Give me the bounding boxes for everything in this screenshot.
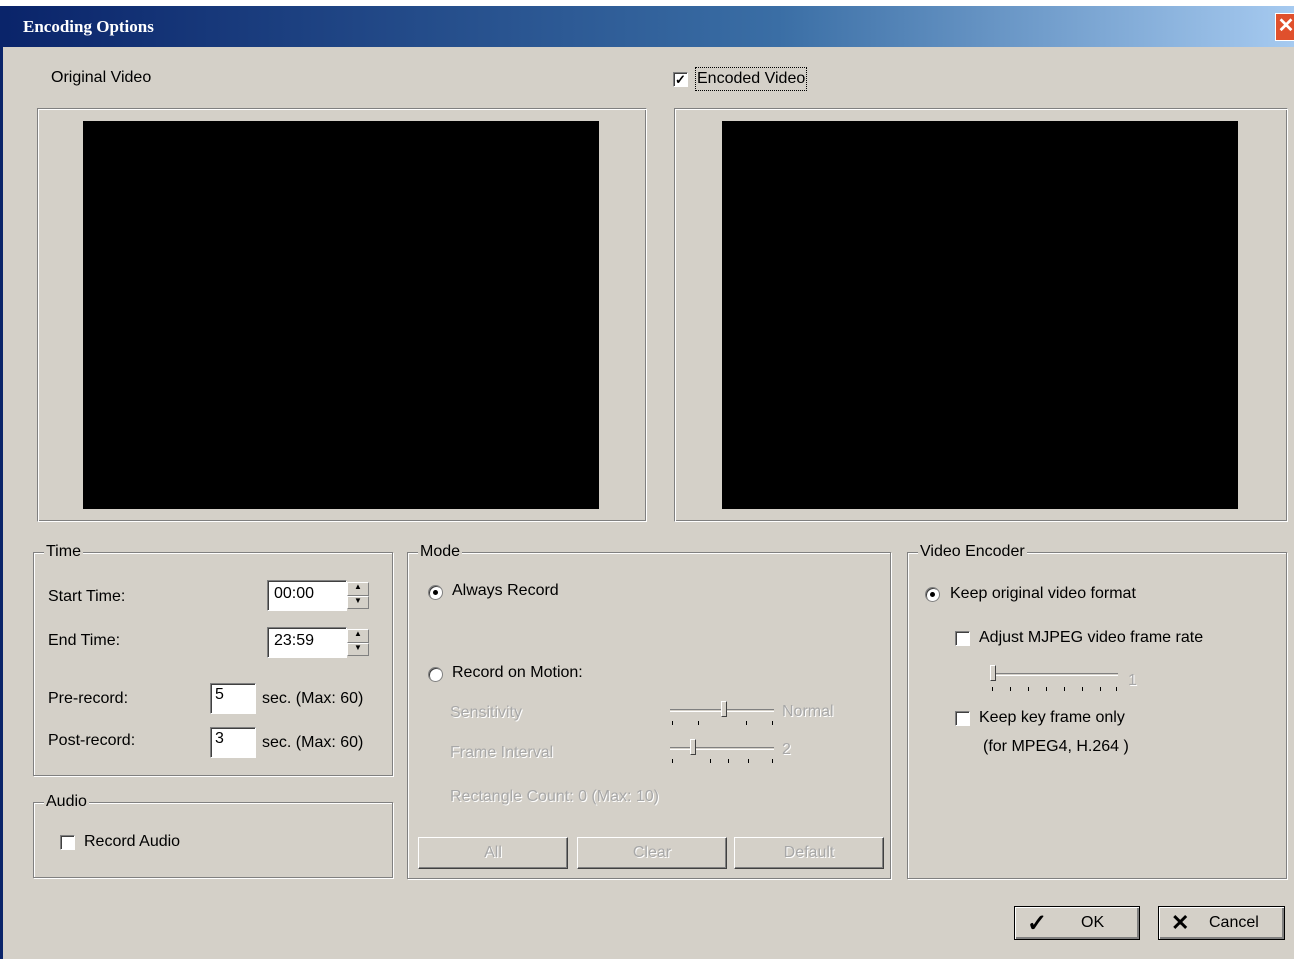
slider-tick — [772, 721, 773, 725]
original-video-label: Original Video — [51, 69, 152, 86]
always-record-label[interactable]: Always Record — [452, 581, 559, 601]
record-on-motion-radio[interactable] — [428, 667, 443, 682]
title-bar[interactable]: Encoding Options — [3, 6, 1294, 47]
up-arrow-icon[interactable]: ▲ — [347, 629, 369, 643]
record-on-motion-label[interactable]: Record on Motion: — [452, 663, 583, 683]
video-encoder-group: Video Encoder Keep original video format… — [907, 542, 1287, 879]
original-video-panel — [37, 108, 647, 522]
mode-legend: Mode — [418, 542, 463, 562]
slider-tick — [1028, 687, 1029, 691]
clear-button[interactable]: Clear — [577, 837, 727, 869]
slider-tick — [772, 759, 773, 763]
post-record-input[interactable]: 3 — [210, 727, 256, 758]
slider-tick — [1064, 687, 1065, 691]
frame-interval-label: Frame Interval — [450, 744, 554, 761]
start-time-stepper[interactable]: ▲ ▼ — [347, 582, 369, 609]
pre-record-label: Pre-record: — [48, 690, 129, 707]
encoding-options-dialog: Encoding Options ✕ Original Video ✓ Enco… — [0, 6, 1294, 959]
up-arrow-icon[interactable]: ▲ — [347, 582, 369, 596]
close-button[interactable]: ✕ — [1275, 13, 1294, 41]
time-legend: Time — [44, 542, 83, 562]
slider-tick — [1082, 687, 1083, 691]
keep-key-frame-checkbox[interactable] — [955, 711, 970, 726]
encoded-video-panel — [674, 108, 1288, 522]
pre-record-input[interactable]: 5 — [210, 683, 256, 714]
slider-tick — [672, 759, 673, 763]
sensitivity-label: Sensitivity — [450, 704, 523, 721]
frame-rate-value: 1 — [1128, 672, 1137, 689]
original-video-display — [83, 121, 599, 509]
ok-label: OK — [1081, 914, 1105, 931]
checkmark-icon: ✓ — [1027, 910, 1048, 937]
ok-button[interactable]: ✓ OK — [1014, 906, 1140, 940]
time-group: Time Start Time: 00:00 ▲ ▼ End Time: 23:… — [33, 542, 393, 776]
pre-record-unit: sec. (Max: 60) — [262, 690, 364, 707]
adjust-mjpeg-label[interactable]: Adjust MJPEG video frame rate — [979, 628, 1203, 648]
always-record-radio[interactable] — [428, 585, 443, 600]
slider-tick — [746, 721, 747, 725]
slider-tick — [1100, 687, 1101, 691]
frame-rate-slider-thumb[interactable] — [990, 665, 996, 681]
start-time-label: Start Time: — [48, 588, 126, 605]
slider-tick — [1010, 687, 1011, 691]
audio-group: Audio Record Audio — [33, 792, 393, 878]
down-arrow-icon[interactable]: ▼ — [347, 642, 369, 656]
adjust-mjpeg-checkbox[interactable] — [955, 631, 970, 646]
default-button[interactable]: Default — [734, 837, 884, 869]
post-record-label: Post-record: — [48, 732, 136, 749]
audio-legend: Audio — [44, 792, 89, 812]
record-audio-checkbox[interactable] — [60, 835, 75, 850]
slider-tick — [710, 759, 711, 763]
keep-key-frame-note: (for MPEG4, H.264 ) — [983, 738, 1129, 755]
encoded-video-checkbox[interactable]: ✓ — [673, 72, 688, 87]
keep-key-frame-label[interactable]: Keep key frame only — [979, 708, 1125, 728]
frame-interval-slider-track[interactable] — [670, 747, 774, 750]
sensitivity-value: Normal — [782, 703, 834, 720]
post-record-unit: sec. (Max: 60) — [262, 734, 364, 751]
start-time-input[interactable]: 00:00 — [267, 580, 347, 611]
window-title: Encoding Options — [23, 17, 154, 36]
encoded-video-display — [722, 121, 1238, 509]
slider-tick — [672, 721, 673, 725]
frame-interval-slider-thumb[interactable] — [690, 739, 696, 755]
rectangle-count-label: Rectangle Count: 0 (Max: 10) — [450, 788, 659, 805]
mode-group: Mode Always Record Record on Motion: Sen… — [407, 542, 891, 879]
slider-tick — [748, 759, 749, 763]
x-icon: ✕ — [1171, 910, 1190, 935]
end-time-label: End Time: — [48, 632, 121, 649]
all-button[interactable]: All — [418, 837, 568, 869]
end-time-input[interactable]: 23:59 — [267, 627, 347, 658]
frame-interval-value: 2 — [782, 741, 791, 758]
slider-tick — [728, 759, 729, 763]
slider-tick — [992, 687, 993, 691]
encoded-video-label[interactable]: Encoded Video — [694, 67, 808, 91]
slider-tick — [1046, 687, 1047, 691]
keep-original-format-radio[interactable] — [925, 587, 940, 602]
cancel-label: Cancel — [1209, 914, 1259, 931]
frame-rate-slider-track[interactable] — [990, 673, 1118, 676]
keep-original-format-label[interactable]: Keep original video format — [950, 584, 1136, 604]
slider-tick — [1116, 687, 1117, 691]
slider-tick — [698, 721, 699, 725]
cancel-button[interactable]: ✕ Cancel — [1158, 906, 1285, 940]
video-encoder-legend: Video Encoder — [918, 542, 1027, 562]
end-time-stepper[interactable]: ▲ ▼ — [347, 629, 369, 656]
sensitivity-slider-thumb[interactable] — [721, 701, 727, 717]
down-arrow-icon[interactable]: ▼ — [347, 595, 369, 609]
record-audio-label[interactable]: Record Audio — [84, 832, 180, 852]
